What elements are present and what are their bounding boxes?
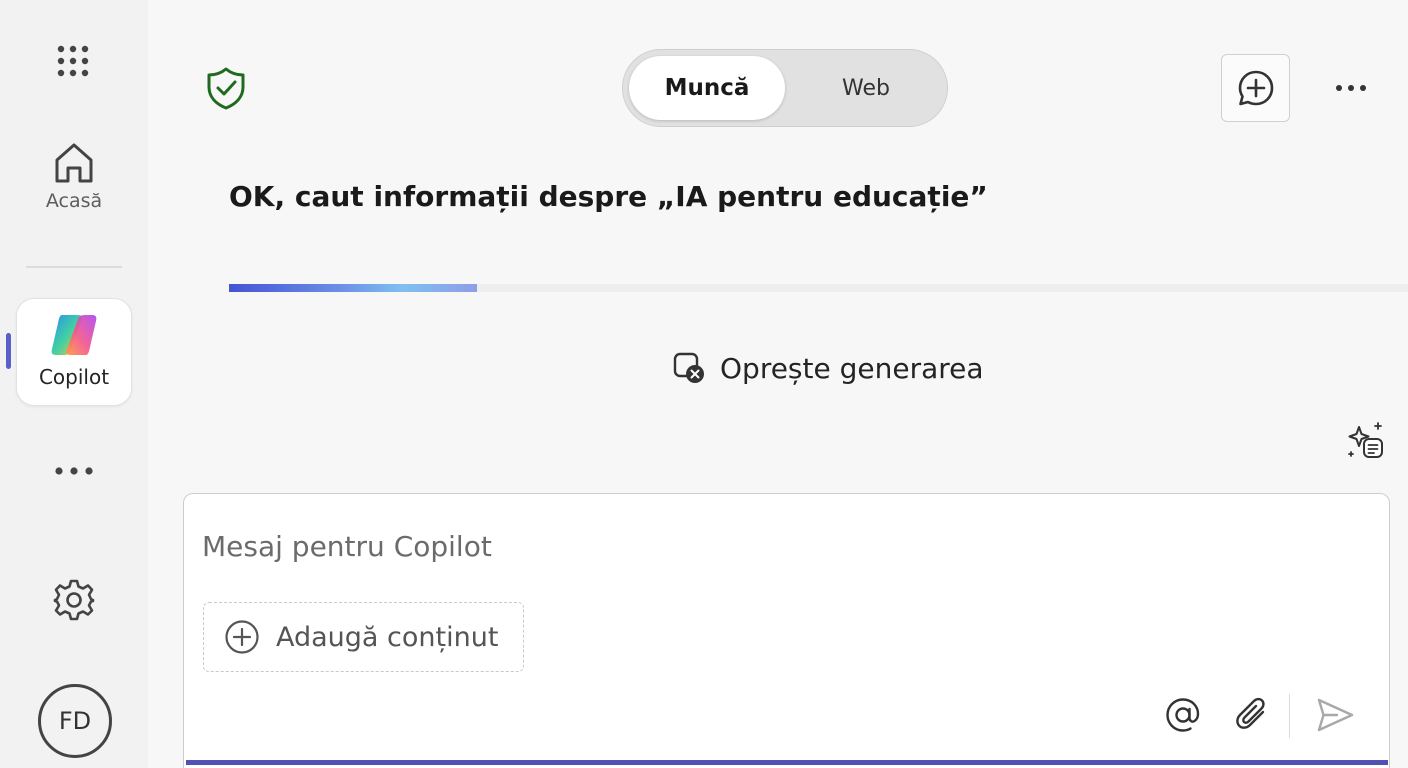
mode-work-tab[interactable]: Muncă (629, 56, 785, 120)
add-circle-icon (225, 620, 259, 654)
more-horizontal-icon (1336, 85, 1366, 91)
rail-divider (26, 266, 122, 268)
add-content-button[interactable]: Adaugă conținut (203, 602, 524, 672)
home-icon (55, 143, 93, 183)
gear-icon (53, 579, 95, 621)
shield-check-icon (207, 67, 245, 110)
search-status-text: OK, caut informații despre „IA pentru ed… (229, 180, 988, 213)
app-launcher-button[interactable] (52, 40, 94, 82)
header-more-button[interactable] (1326, 70, 1376, 106)
message-composer: Adaugă conținut (183, 493, 1390, 768)
add-content-label: Adaugă conținut (276, 621, 499, 653)
at-mention-icon (1166, 698, 1200, 732)
waffle-grid-icon (57, 45, 89, 77)
prompt-gallery-button[interactable] (1344, 420, 1386, 462)
send-button[interactable] (1312, 692, 1358, 738)
progress-fill (229, 284, 477, 292)
mode-web-tab[interactable]: Web (791, 56, 941, 120)
user-avatar[interactable]: FD (38, 684, 112, 758)
avatar-initials: FD (58, 707, 92, 735)
copilot-logo-icon (51, 315, 97, 355)
rail-item-home[interactable]: Acasă (24, 140, 124, 234)
rail-more-button[interactable] (48, 450, 100, 492)
attach-file-button[interactable] (1230, 692, 1276, 738)
progress-bar (229, 284, 1408, 292)
composer-focus-underline (186, 760, 1388, 765)
more-horizontal-icon (55, 467, 93, 475)
composer-separator (1289, 694, 1290, 738)
stop-generating-label: Oprește generarea (720, 351, 984, 385)
chat-add-icon (1238, 70, 1273, 106)
mention-button[interactable] (1160, 692, 1206, 738)
new-chat-button[interactable] (1221, 54, 1290, 122)
active-indicator (6, 333, 11, 369)
copilot-app: Acasă Copilot FD Muncă Web OK, caut info… (0, 0, 1408, 768)
rail-item-copilot[interactable]: Copilot (16, 298, 132, 406)
stop-generating-button[interactable]: Oprește generarea (672, 348, 984, 388)
message-input[interactable] (202, 524, 1352, 568)
rail-home-label: Acasă (45, 190, 103, 212)
settings-button[interactable] (48, 574, 100, 626)
left-rail: Acasă Copilot FD (0, 0, 148, 768)
stop-generating-icon (673, 352, 704, 383)
sparkle-list-icon (1348, 422, 1383, 458)
rail-copilot-label: Copilot (38, 365, 110, 389)
mode-toggle: Muncă Web (622, 49, 948, 127)
paperclip-icon (1236, 697, 1265, 729)
send-icon (1317, 698, 1354, 732)
